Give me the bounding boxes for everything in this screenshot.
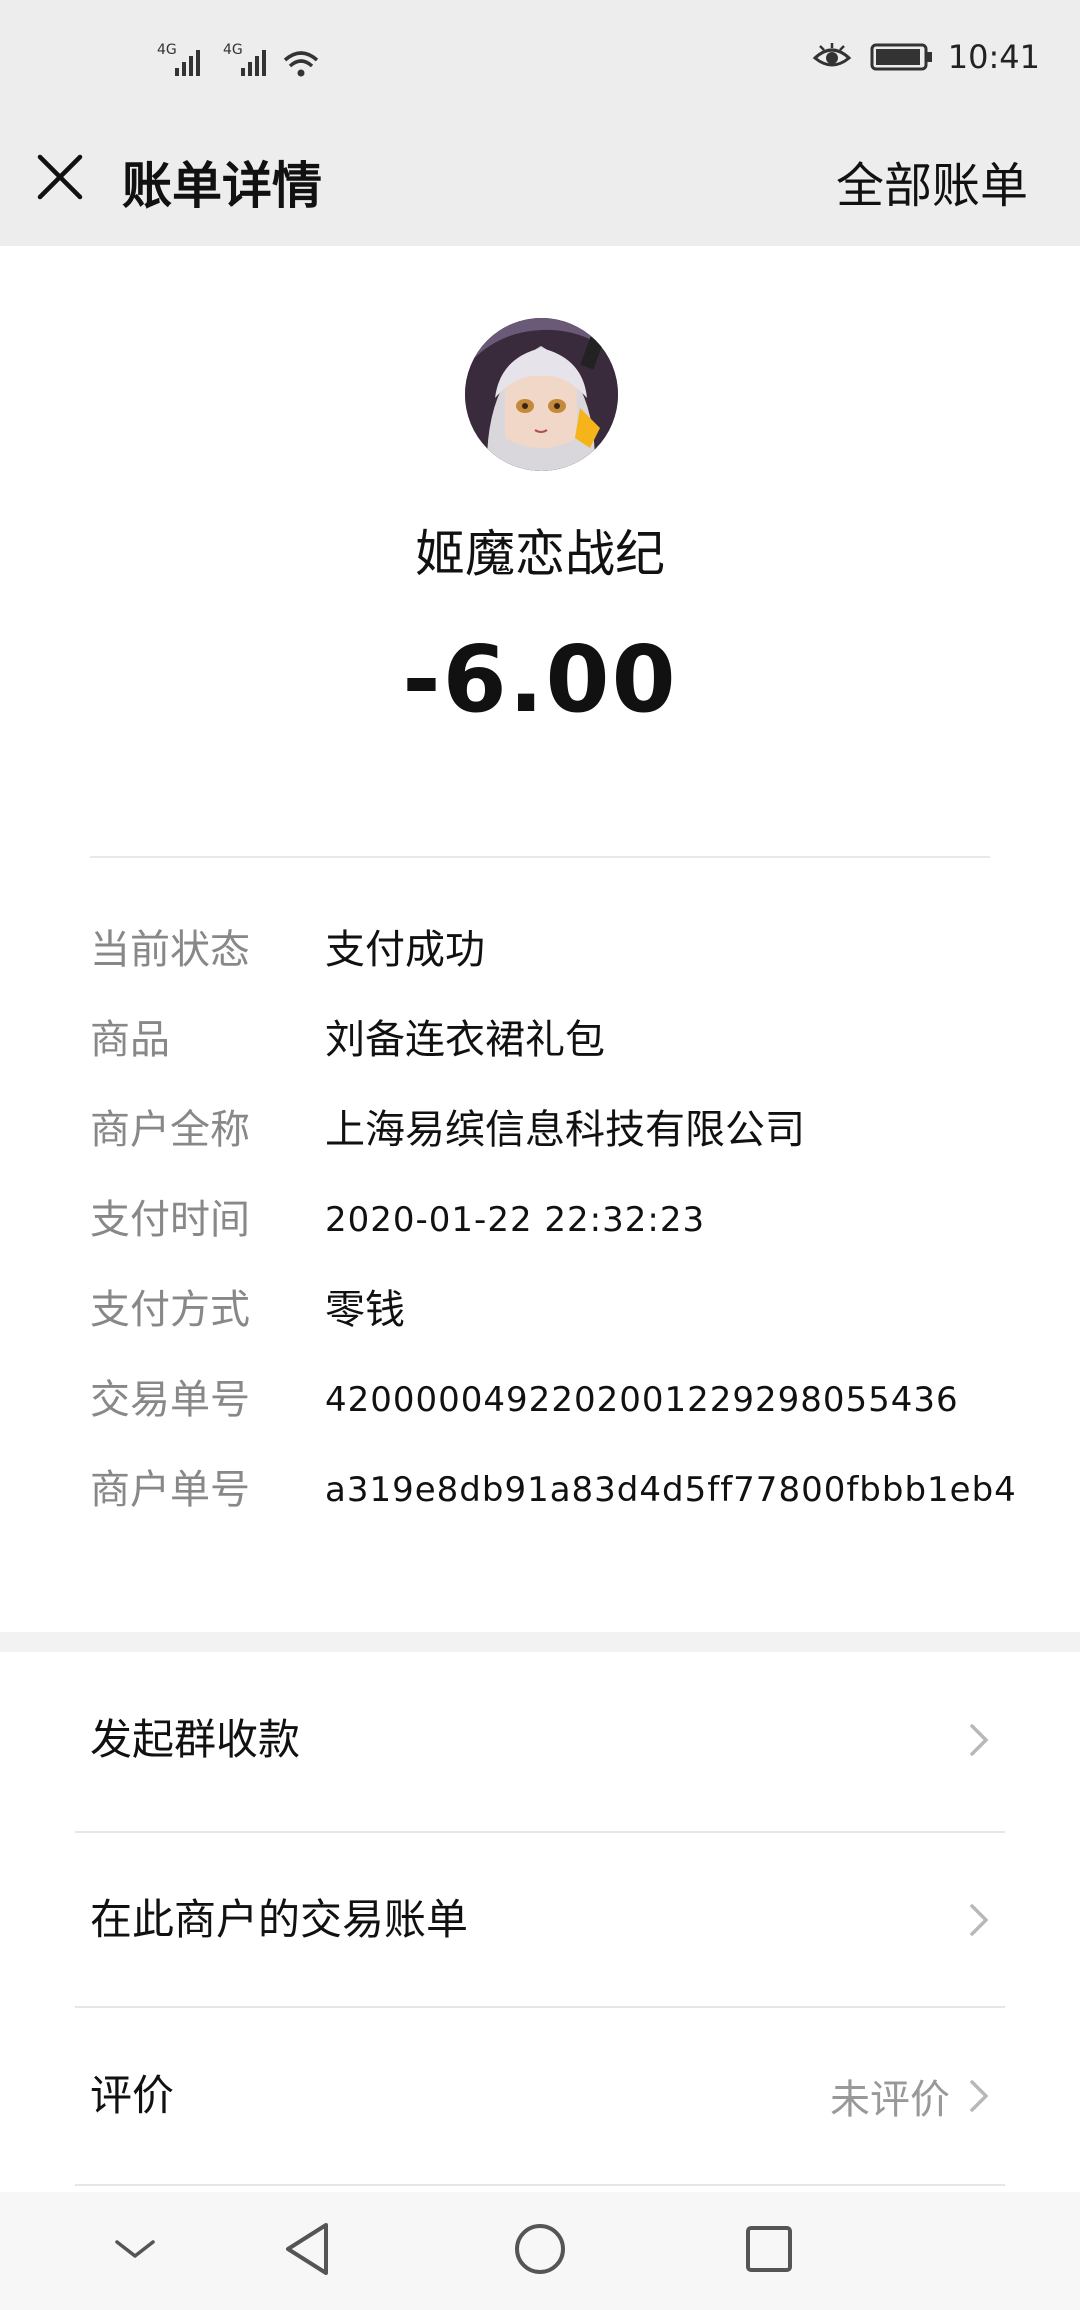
page-title: 账单详情 xyxy=(122,157,322,215)
avatar-image xyxy=(465,318,618,471)
detail-label: 商户全称 xyxy=(90,1107,250,1153)
divider xyxy=(90,856,990,858)
detail-value: 上海易缤信息科技有限公司 xyxy=(325,1107,805,1153)
home-icon xyxy=(515,2224,565,2274)
detail-value: 2020-01-22 22:32:23 xyxy=(325,1200,706,1240)
detail-label: 支付时间 xyxy=(90,1197,250,1243)
detail-row-transaction-id: 交易单号 4200000492202001229298055436 xyxy=(0,1370,1080,1430)
detail-row-product: 商品 刘备连衣裙礼包 xyxy=(0,1010,1080,1070)
eye-icon xyxy=(812,43,852,67)
signal-icon: 4G 4G xyxy=(157,42,319,77)
detail-label: 商品 xyxy=(90,1017,170,1063)
detail-value: 支付成功 xyxy=(325,927,485,973)
hide-nav-button[interactable] xyxy=(100,2214,170,2284)
recents-icon xyxy=(746,2226,792,2272)
chevron-down-icon xyxy=(115,2240,155,2258)
status-left: 4G 4G xyxy=(155,38,330,86)
chevron-right-icon xyxy=(970,1724,989,1756)
detail-value: 刘备连衣裙礼包 xyxy=(325,1017,605,1063)
svg-text:4G: 4G xyxy=(157,42,177,58)
detail-label: 交易单号 xyxy=(90,1377,250,1423)
detail-value[interactable]: a319e8db91a83d4d5ff77800fbbb1eb4 xyxy=(325,1460,1017,1520)
menu-item-merchant-bills[interactable]: 在此商户的交易账单 xyxy=(0,1832,1080,2008)
detail-label: 商户单号 xyxy=(90,1467,250,1513)
avatar xyxy=(465,318,618,471)
detail-label: 支付方式 xyxy=(90,1287,250,1333)
menu-item-group-collect[interactable]: 发起群收款 xyxy=(0,1652,1080,1828)
merchant-name: 姬魔恋战纪 xyxy=(415,525,665,583)
menu-right xyxy=(968,1652,990,1828)
detail-row-pay-method: 支付方式 零钱 xyxy=(0,1280,1080,1340)
menu-right xyxy=(968,1832,990,2008)
detail-row-status: 当前状态 支付成功 xyxy=(0,920,1080,980)
chevron-right-icon xyxy=(970,2080,989,2112)
close-icon xyxy=(37,154,83,200)
detail-row-merchant-fullname: 商户全称 上海易缤信息科技有限公司 xyxy=(0,1100,1080,1160)
payment-amount: -6.00 xyxy=(402,626,678,733)
menu-label: 评价 xyxy=(90,2071,175,2120)
status-time: 10:41 xyxy=(947,38,1040,76)
detail-label: 当前状态 xyxy=(90,927,250,973)
menu-right: 未评价 xyxy=(830,2008,990,2184)
all-bills-button[interactable]: 全部账单 xyxy=(836,143,1028,229)
menu-label: 发起群收款 xyxy=(90,1715,301,1764)
svg-text:4G: 4G xyxy=(223,42,243,58)
system-nav-bar xyxy=(0,2192,1080,2310)
divider xyxy=(75,2184,1005,2186)
menu-label: 在此商户的交易账单 xyxy=(90,1895,469,1944)
home-button[interactable] xyxy=(505,2214,575,2284)
review-status: 未评价 xyxy=(830,2077,950,2123)
recents-button[interactable] xyxy=(734,2214,804,2284)
status-bar: 4G 4G 10:41 xyxy=(0,0,1080,125)
detail-row-pay-time: 支付时间 2020-01-22 22:32:23 xyxy=(0,1190,1080,1250)
back-button[interactable] xyxy=(272,2214,342,2284)
detail-row-merchant-order-id: 商户单号 a319e8db91a83d4d5ff77800fbbb1eb4 xyxy=(0,1460,1080,1520)
top-bar: 账单详情 全部账单 xyxy=(0,125,1080,246)
chevron-right-icon xyxy=(970,1904,989,1936)
detail-value: 零钱 xyxy=(325,1287,405,1333)
detail-value[interactable]: 4200000492202001229298055436 xyxy=(325,1370,959,1430)
close-button[interactable] xyxy=(36,153,84,201)
back-icon xyxy=(286,2223,328,2275)
battery-icon xyxy=(870,43,932,71)
status-right: 10:41 xyxy=(812,38,1040,76)
menu-item-review[interactable]: 评价 未评价 xyxy=(0,2008,1080,2184)
section-gap xyxy=(0,1632,1080,1652)
